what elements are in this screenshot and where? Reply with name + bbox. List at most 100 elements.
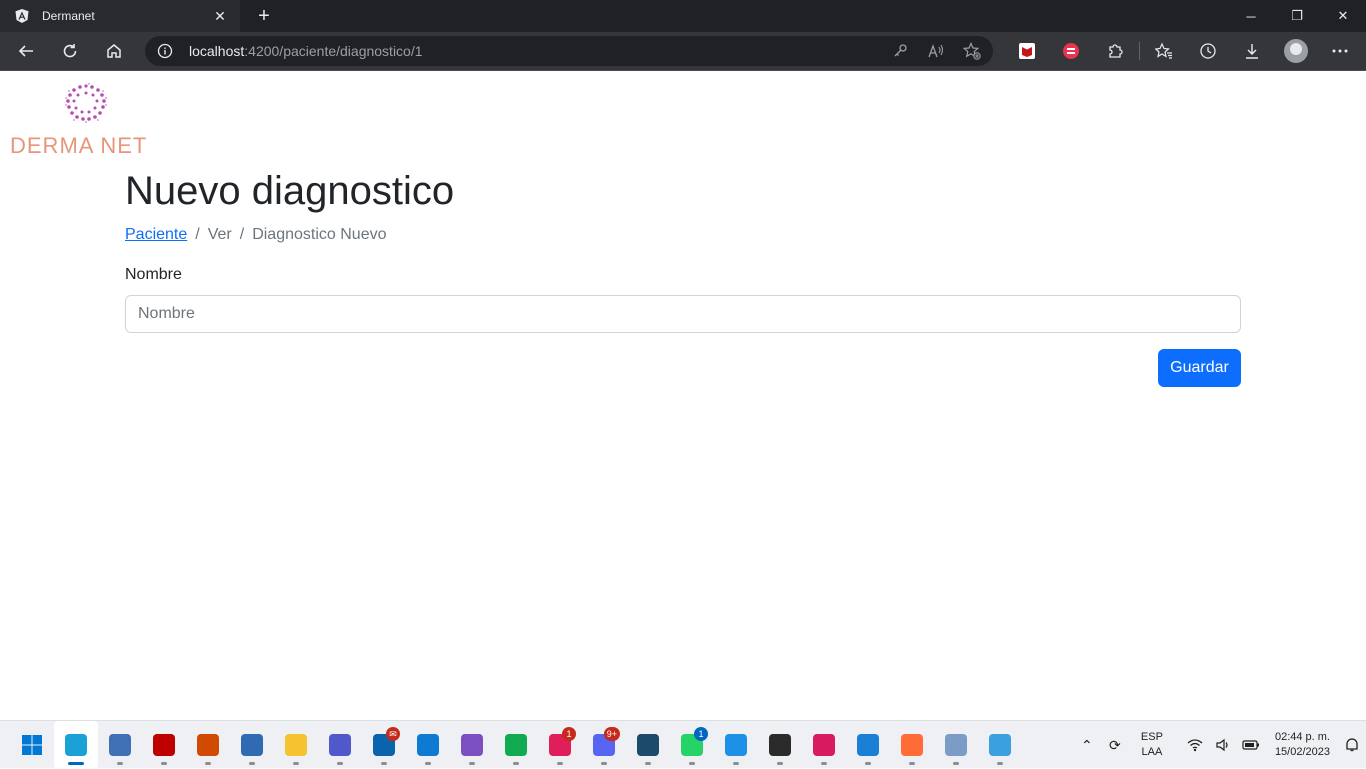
logo-mark-icon [65,82,107,123]
windows-start-icon [21,734,43,756]
minimize-icon[interactable]: ─ [1228,0,1274,32]
reload-icon[interactable] [52,35,88,67]
taskbar-app-network[interactable] [230,721,274,769]
sync-icon[interactable]: ⟳ [1104,734,1126,756]
battery-icon[interactable] [1240,734,1262,756]
taskbar-app-color-app[interactable] [978,721,1022,769]
running-indicator [161,762,167,765]
breadcrumb-divider: / [195,226,200,243]
wifi-icon[interactable] [1184,734,1206,756]
running-indicator [777,762,783,765]
running-indicator [865,762,871,765]
url-host: localhost [189,43,245,59]
taskbar-app-file-explorer[interactable] [274,721,318,769]
breadcrumb-divider: / [239,226,245,243]
taskbar-app-mongodb[interactable] [494,721,538,769]
taskbar-app-vscode[interactable] [406,721,450,769]
taskbar-app-intellij[interactable] [802,721,846,769]
notification-badge: ✉ [386,727,400,741]
breadcrumb-link-paciente[interactable]: Paciente [125,226,187,244]
taskbar-app-terminal[interactable] [758,721,802,769]
remote-icon [197,734,219,756]
profile-avatar[interactable] [1274,36,1318,66]
taskbar-app-rss[interactable] [98,721,142,769]
site-info-icon[interactable] [157,43,173,59]
filezilla-icon [153,734,175,756]
running-indicator [381,762,387,765]
page-title: Nuevo diagnostico [125,169,455,213]
running-indicator [337,762,343,765]
taskbar-app-teams[interactable] [318,721,362,769]
back-icon[interactable] [8,35,44,67]
running-indicator [117,762,123,765]
taskbar-app-docker[interactable] [714,721,758,769]
clock[interactable]: 02:44 p. m. 15/02/2023 [1275,730,1330,760]
mongodb-icon [505,734,527,756]
running-indicator [68,762,84,765]
taskbar-app-edge[interactable] [54,721,98,769]
visual-studio-icon [461,734,483,756]
derma-net-logo[interactable]: DERMA NET [10,82,166,159]
address-bar[interactable]: localhost :4200/paciente/diagnostico/1 [145,36,993,66]
running-indicator [293,762,299,765]
taskbar-app-outlook[interactable]: ✉ [362,721,406,769]
history-icon[interactable] [1186,36,1230,66]
taskbar-app-windows-start[interactable] [10,721,54,769]
edge-icon [65,734,87,756]
terminal-icon [769,734,791,756]
extensions-icon[interactable] [1093,36,1137,66]
vscode-icon [417,734,439,756]
taskbar-app-notepad[interactable] [846,721,890,769]
running-indicator [821,762,827,765]
notification-badge: 1 [562,727,576,741]
taskbar-app-filezilla[interactable] [142,721,186,769]
rss-icon [109,734,131,756]
notification-icon[interactable] [1341,734,1363,756]
running-indicator [557,762,563,765]
tab-close-icon[interactable]: ✕ [210,6,230,26]
nombre-input[interactable] [125,295,1241,333]
postman-icon [901,734,923,756]
show-hidden-icons-icon[interactable]: ⌃ [1076,734,1098,756]
home-icon[interactable] [96,35,132,67]
notepad-icon [857,734,879,756]
taskbar-app-remote[interactable] [186,721,230,769]
new-tab-icon[interactable]: + [248,0,280,32]
favorites-icon[interactable] [1142,36,1186,66]
read-aloud-icon[interactable] [927,42,945,60]
more-menu-icon[interactable] [1318,36,1362,66]
browser-toolbar: localhost :4200/paciente/diagnostico/1 [0,32,1366,71]
breadcrumb: Paciente / Ver / Diagnostico Nuevo [125,226,386,244]
taskbar-app-slack[interactable]: 1 [538,721,582,769]
running-indicator [513,762,519,765]
taskbar-app-postman[interactable] [890,721,934,769]
taskbar-app-whatsapp[interactable]: 1 [670,721,714,769]
running-indicator [601,762,607,765]
taskbar-app-discord[interactable]: 9+ [582,721,626,769]
input-language[interactable]: ESP LAA [1141,730,1163,760]
taskbar-app-resource-monitor[interactable] [934,721,978,769]
notification-badge: 9+ [603,727,620,741]
key-icon[interactable] [891,42,909,60]
running-indicator [425,762,431,765]
downloads-icon[interactable] [1230,36,1274,66]
windows-taskbar: ✉ 1 9+ 1 ⌃ ⟳ ESP LAA 02:44 p. m. 15/02/2023 [0,720,1366,769]
running-indicator [733,762,739,765]
close-window-icon[interactable]: ✕ [1320,0,1366,32]
add-favorite-icon[interactable] [963,42,981,60]
mysql-workbench-icon [637,734,659,756]
restore-icon[interactable]: ❐ [1274,0,1320,32]
taskbar-app-visual-studio[interactable] [450,721,494,769]
volume-icon[interactable] [1212,734,1234,756]
tab-title: Dermanet [42,9,95,23]
taskbar-app-mysql-workbench[interactable] [626,721,670,769]
lang-code: ESP [1140,731,1163,743]
running-indicator [469,762,475,765]
mcafee-extension-icon[interactable] [1005,36,1049,66]
nombre-label: Nombre [125,266,182,283]
red-extension-icon[interactable] [1049,36,1093,66]
save-button[interactable]: Guardar [1158,349,1241,387]
browser-tab[interactable]: Dermanet ✕ [0,0,240,32]
running-indicator [689,762,695,765]
system-tray: ⌃ ⟳ ESP LAA 02:44 p. m. 15/02/2023 [1073,721,1366,769]
